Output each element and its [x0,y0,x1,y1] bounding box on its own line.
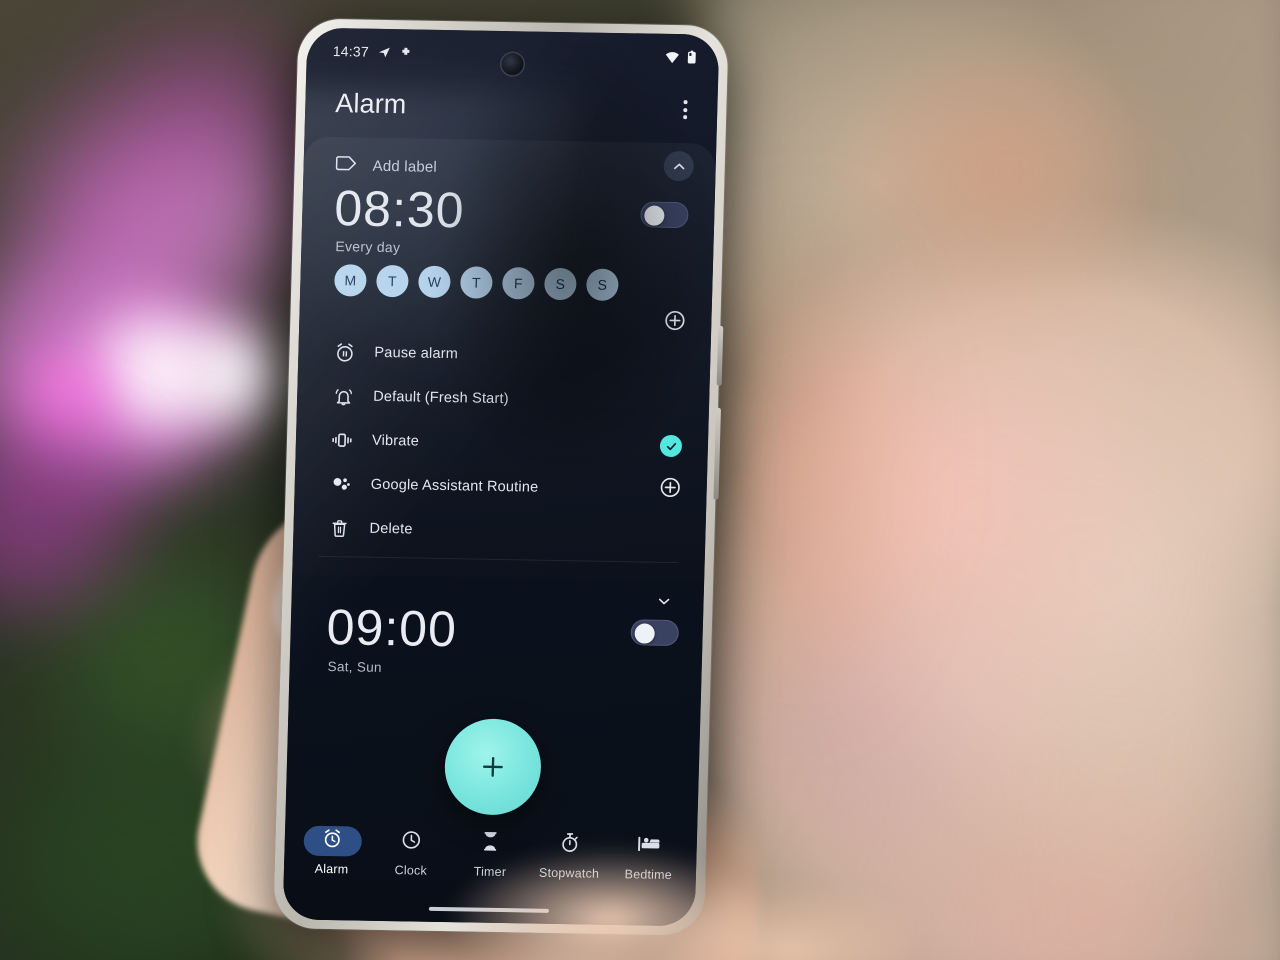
option-pause-alarm[interactable]: Pause alarm [298,329,711,380]
option-label: Delete [369,520,413,538]
wifi-icon [665,50,680,63]
option-label: Default (Fresh Start) [372,388,509,408]
google-assistant-icon [328,472,353,496]
clock-app: 14:37 Alarm Add label 08:30 Every day M … [282,27,720,927]
alarm-card-collapsed: 09:00 Sat, Sun [289,574,704,686]
add-circle-icon[interactable] [659,477,681,503]
clock-icon [401,829,423,855]
app-bar: Alarm [304,74,718,144]
supporting-fingers [430,830,910,960]
trash-icon [327,516,352,540]
alarm-pause-icon [332,340,357,364]
toggle-knob [634,622,655,644]
app-notification-icon [400,46,412,58]
alarm-time-row: 09:00 [290,584,704,661]
vibrate-icon [330,428,355,452]
nav-pill-alarm [302,825,362,857]
status-bar-clock: 14:37 [332,43,370,60]
option-google-assistant-routine[interactable]: Google Assistant Routine [294,461,707,512]
alarm-clock-icon [322,828,344,854]
alarm-toggle[interactable] [630,619,680,647]
day-chip-thursday[interactable]: T [459,266,493,299]
nav-item-alarm[interactable]: Alarm [294,825,369,876]
option-label: Pause alarm [374,344,459,363]
front-camera [501,52,524,76]
check-icon [659,434,683,458]
toggle-knob [644,204,665,226]
day-chip-tuesday[interactable]: T [375,264,409,298]
phone-screen: 14:37 Alarm Add label 08:30 Every day M … [282,27,720,927]
alarm-time-row: 08:30 [302,176,716,243]
option-delete[interactable]: Delete [293,505,706,556]
day-chip-wednesday[interactable]: W [417,265,451,299]
nav-label: Alarm [314,861,349,877]
option-trailing[interactable] [658,434,685,458]
option-label: Vibrate [371,432,420,450]
alarm-card-expanded: Add label 08:30 Every day M T W T F S S … [292,136,717,582]
label-tag-icon [335,155,357,176]
battery-icon [687,50,697,64]
card-divider [318,555,679,564]
more-options-icon[interactable] [673,92,698,127]
option-trailing[interactable] [656,477,683,503]
alarm-time[interactable]: 08:30 [334,180,466,238]
page-title: Alarm [334,88,407,120]
phone-device: 14:37 Alarm Add label 08:30 Every day M … [273,18,729,936]
day-chip-sunday[interactable]: S [585,268,619,302]
status-bar-left: 14:37 [333,43,412,60]
photo-scene: 14:37 Alarm Add label 08:30 Every day M … [0,0,1280,960]
add-label-text: Add label [372,157,438,176]
day-chip-saturday[interactable]: S [543,267,577,301]
nav-label: Clock [394,863,428,878]
add-circle-icon[interactable] [664,310,686,336]
day-chip-friday[interactable]: F [501,267,535,300]
add-alarm-fab[interactable] [443,718,543,816]
option-ringtone[interactable]: Default (Fresh Start) [297,373,710,424]
bell-icon [331,384,356,408]
alarm-time[interactable]: 09:00 [326,599,458,657]
alarm-toggle[interactable] [640,201,689,229]
day-selector: M T W T F S S [300,253,713,302]
status-bar-right [665,50,697,65]
option-label: Google Assistant Routine [370,476,539,496]
day-chip-monday[interactable]: M [333,264,367,297]
telegram-icon [378,45,391,58]
status-bar: 14:37 [306,28,719,81]
option-vibrate[interactable]: Vibrate [295,417,708,468]
